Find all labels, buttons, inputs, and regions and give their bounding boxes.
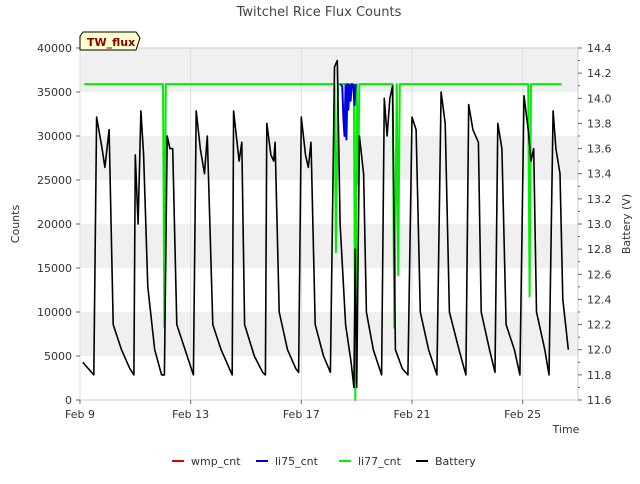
grid-band	[80, 48, 578, 92]
y-tick-label: 10000	[37, 306, 72, 319]
chart-svg: Feb 9 Feb 13 Feb 17 Feb 21 Feb 25 0 5000 10000…	[9, 5, 633, 468]
tw-flux-badge: TW_flux	[79, 31, 141, 51]
y2-tick-label: 12.0	[587, 344, 612, 357]
chart-title: Twitchel Rice Flux Counts	[236, 5, 402, 20]
y2-tick-label: 13.8	[587, 117, 612, 130]
y2-tick-label: 12.4	[587, 293, 612, 306]
y-tick-label: 35000	[37, 86, 72, 99]
legend-label-wmp-cnt: wmp_cnt	[191, 455, 241, 468]
y-tick-label: 40000	[37, 42, 72, 55]
badge-label: TW_flux	[87, 36, 135, 49]
y-tick-label: 0	[65, 394, 72, 407]
y2-tick-label: 14.2	[587, 67, 612, 80]
y-tick-label: 30000	[37, 130, 72, 143]
legend-label-li77-cnt: li77_cnt	[358, 455, 402, 468]
y2-tick-label: 13.0	[587, 218, 612, 231]
x-tick-label: Feb 13	[172, 408, 209, 421]
y2-tick-label: 12.2	[587, 319, 612, 332]
y2-tick-label: 13.6	[587, 143, 612, 156]
x-axis: Feb 9 Feb 13 Feb 17 Feb 21 Feb 25	[65, 400, 541, 421]
y2-tick-label: 13.2	[587, 193, 612, 206]
y2-tick-label: 13.4	[587, 168, 612, 181]
x-tick-label: Feb 21	[394, 408, 431, 421]
y2-tick-label: 11.8	[587, 369, 612, 382]
y2-axis-label: Battery (V)	[620, 194, 633, 254]
y-tick-label: 25000	[37, 174, 72, 187]
x-tick-label: Feb 17	[283, 408, 320, 421]
x-tick-label: Feb 9	[65, 408, 95, 421]
y-axis: 0 5000 10000 15000 20000 25000 30000 35000 40000	[37, 42, 80, 407]
y-tick-label: 15000	[37, 262, 72, 275]
x-axis-label: Time	[552, 423, 580, 436]
y2-tick-label: 12.8	[587, 243, 612, 256]
y2-tick-label: 11.6	[587, 394, 612, 407]
y-tick-label: 5000	[44, 350, 72, 363]
y2-tick-label: 14.0	[587, 92, 612, 105]
legend: wmp_cnt li75_cnt li77_cnt Battery	[172, 455, 476, 468]
chart-stage: Feb 9 Feb 13 Feb 17 Feb 21 Feb 25 0 5000 10000…	[0, 0, 640, 480]
legend-label-li75-cnt: li75_cnt	[275, 455, 319, 468]
y2-axis: 11.6 11.8 12.0 12.2 12.4 12.6 12.8 13.0 13.2 13.4…	[578, 42, 612, 407]
y2-tick-label: 12.6	[587, 268, 612, 281]
y2-tick-label: 14.4	[587, 42, 612, 55]
x-tick-label: Feb 25	[504, 408, 541, 421]
y-tick-label: 20000	[37, 218, 72, 231]
y-axis-label: Counts	[9, 205, 22, 244]
legend-label-battery: Battery	[435, 455, 476, 468]
grid-band	[80, 136, 578, 180]
